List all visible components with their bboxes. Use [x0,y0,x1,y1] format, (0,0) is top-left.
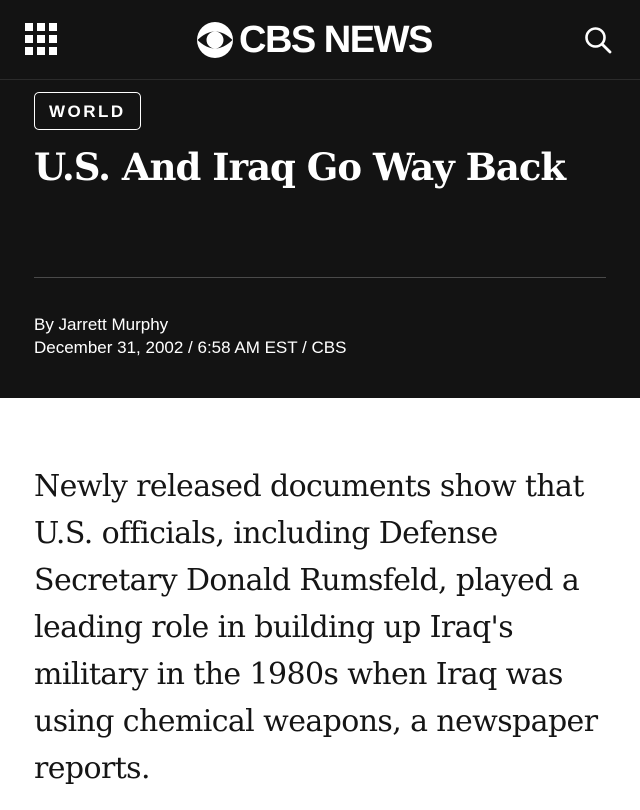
top-navigation-bar: CBS NEWS [0,0,640,80]
grid-menu-dot [49,35,57,43]
grid-menu-dot [37,47,45,55]
author-byline: By Jarrett Murphy [34,315,169,334]
brand-name: CBS NEWS [239,19,433,61]
search-icon[interactable] [582,24,614,56]
cbs-news-logo[interactable]: CBS NEWS [196,18,433,62]
grid-menu-dot [49,23,57,31]
grid-menu-icon[interactable] [25,23,57,55]
article-body-paragraph: Newly released documents show that U.S. … [34,469,598,786]
grid-menu-dot [25,47,33,55]
grid-menu-dot [37,23,45,31]
grid-menu-dot [25,23,33,31]
header-divider [34,277,606,278]
section-tag[interactable]: WORLD [34,92,141,130]
grid-menu-dot [25,35,33,43]
article-headline: U.S. And Iraq Go Way Back [34,145,566,189]
grid-menu-dot [37,35,45,43]
grid-menu-dot [49,47,57,55]
article-header: WORLD U.S. And Iraq Go Way Back By Jarre… [0,80,640,398]
cbs-eye-logo-icon [197,22,233,58]
publish-dateline: December 31, 2002 / 6:58 AM EST / CBS [34,338,347,357]
